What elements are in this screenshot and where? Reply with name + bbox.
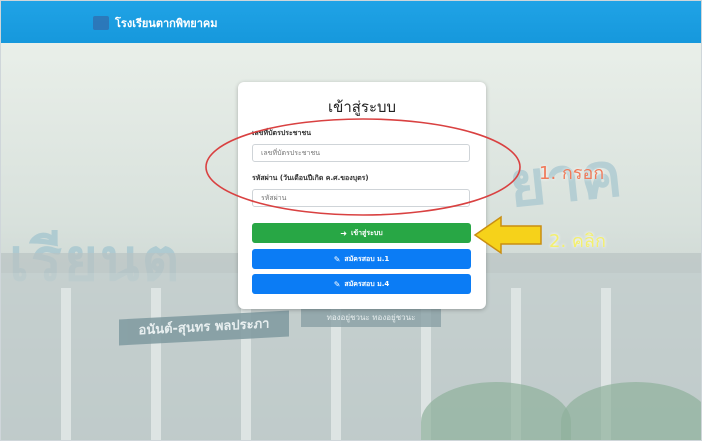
id-label: เลขที่บัตรประชาชน: [252, 129, 312, 137]
password-label: รหัสผ่าน (วันเดือนปีเกิด ค.ศ.ของบุตร): [252, 174, 369, 182]
building-pillar: [151, 288, 161, 440]
login-button-label: เข้าสู่ระบบ: [350, 228, 383, 237]
password-input[interactable]: รหัสผ่าน: [252, 189, 470, 207]
login-card: เข้าสู่ระบบ เลขที่บัตรประชาชน เลขที่บัตร…: [238, 82, 486, 309]
annotation-step1: 1. กรอก: [539, 163, 605, 184]
building-pillar: [61, 288, 71, 440]
annotation-step2: 2. คลิก: [549, 231, 606, 252]
screenshot-frame: โรงเรียนตากพิทยาคม ยาค เรียนต อนันต์-สุน…: [0, 0, 702, 441]
edit-icon: ✎: [333, 279, 341, 289]
edit-icon: ✎: [333, 254, 341, 264]
login-title: เข้าสู่ระบบ: [327, 98, 397, 116]
id-input[interactable]: เลขที่บัตรประชาชน: [252, 144, 470, 162]
register-m1-button[interactable]: ✎ สมัครสอบ ม.1: [252, 249, 471, 269]
school-logo-icon: [93, 16, 109, 30]
brand-name: โรงเรียนตากพิทยาคม: [115, 17, 218, 30]
building-pillar: [241, 288, 251, 440]
top-navbar: โรงเรียนตากพิทยาคม: [1, 1, 701, 43]
register-m1-label: สมัครสอบ ม.1: [344, 254, 390, 263]
building-small-plate: ทองอยู่ชวนะ ทองอยู่ชวนะ: [301, 309, 441, 327]
sign-in-icon: ➜: [340, 228, 347, 238]
register-m4-label: สมัครสอบ ม.4: [344, 279, 390, 288]
register-m4-button[interactable]: ✎ สมัครสอบ ม.4: [252, 274, 471, 294]
login-button[interactable]: ➜ เข้าสู่ระบบ: [252, 223, 471, 243]
brand-link[interactable]: โรงเรียนตากพิทยาคม: [93, 14, 218, 32]
